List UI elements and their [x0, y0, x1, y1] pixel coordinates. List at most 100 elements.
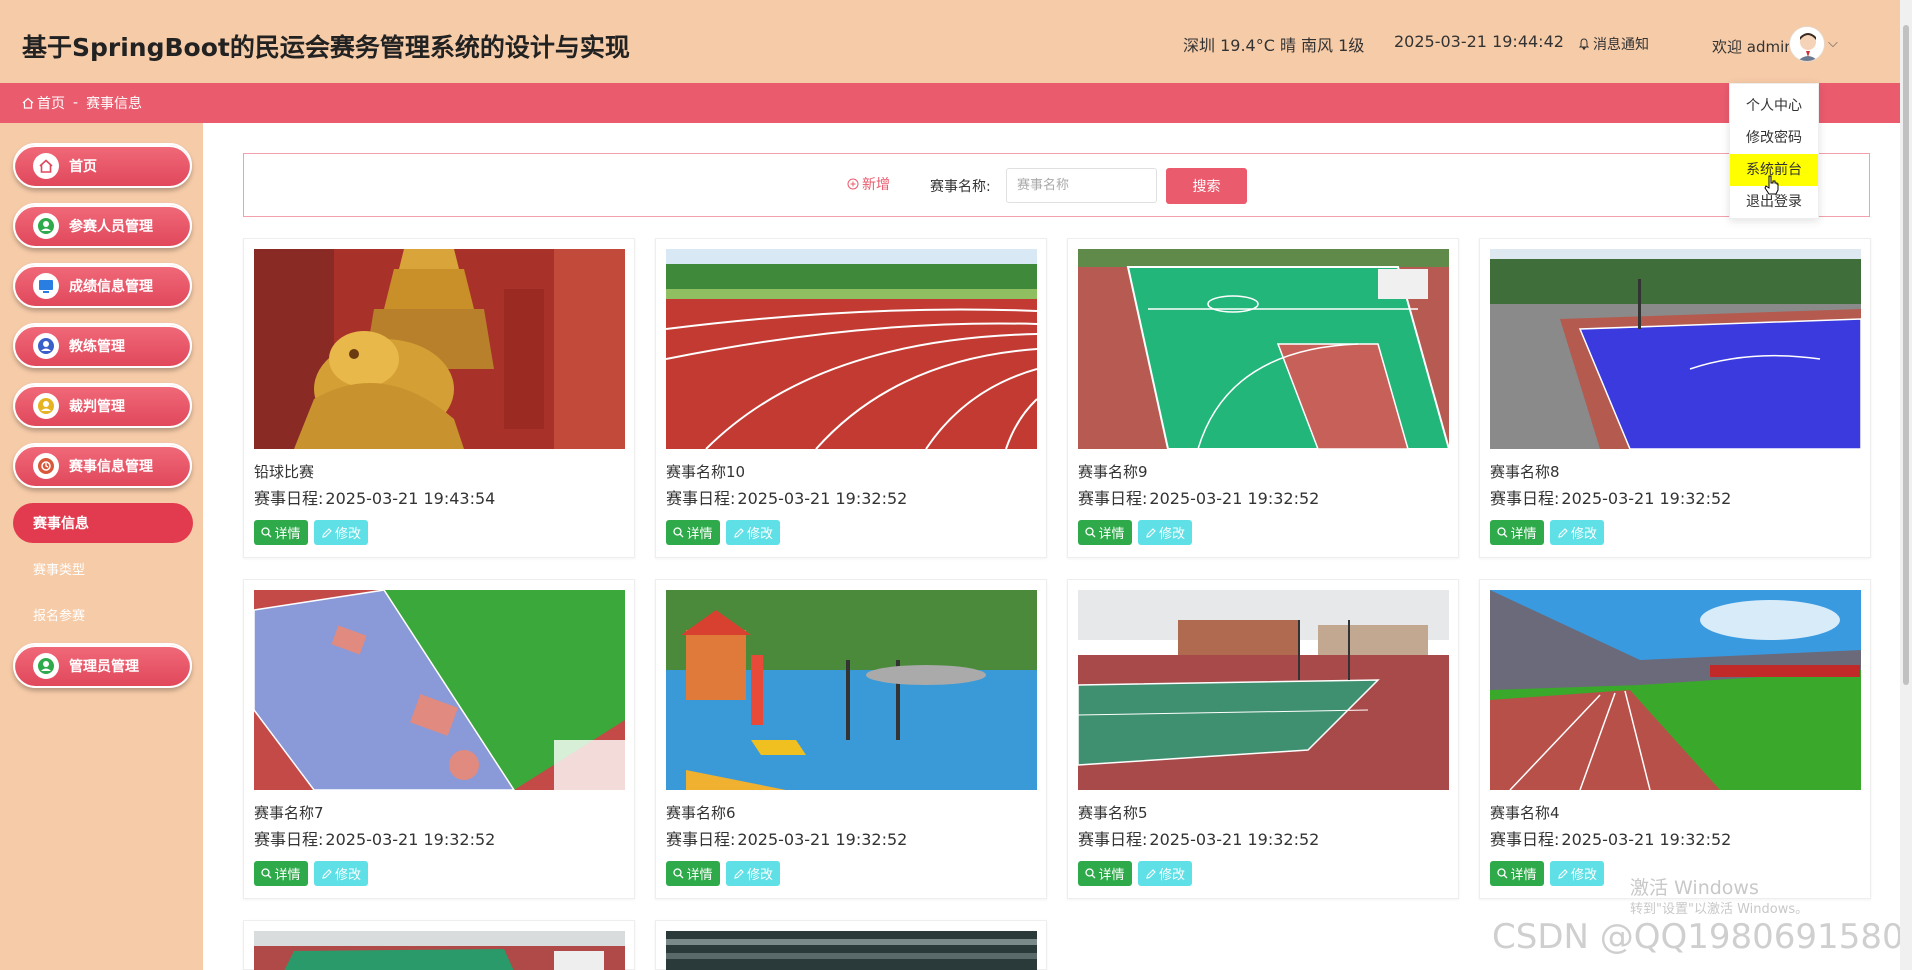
home-icon [22, 97, 34, 109]
sidebar-item-referees[interactable]: 裁判管理 [13, 383, 192, 428]
hand-cursor-icon [1764, 175, 1779, 195]
detail-button[interactable]: 详情 [1490, 861, 1544, 886]
search-icon [673, 868, 684, 879]
sidebar-subitem-event-info[interactable]: 赛事信息 [13, 503, 193, 543]
event-card: 赛事名称9 赛事日程: 2025-03-21 19:32:52 详情 修改 [1067, 238, 1459, 558]
sidebar-item-coaches[interactable]: 教练管理 [13, 323, 192, 368]
edit-label: 修改 [1158, 868, 1185, 883]
edit-label: 修改 [1570, 868, 1597, 883]
detail-button[interactable]: 详情 [1078, 520, 1132, 545]
admin-icon [33, 652, 59, 679]
event-date-value: 2025-03-21 19:43:54 [325, 489, 496, 508]
event-name: 赛事名称10 [666, 463, 746, 481]
avatar[interactable] [1789, 26, 1825, 62]
edit-button[interactable]: 修改 [314, 520, 368, 545]
sidebar-item-participants[interactable]: 参赛人员管理 [13, 203, 192, 248]
participant-icon [33, 212, 59, 239]
edit-button[interactable]: 修改 [1138, 520, 1192, 545]
scrollbar-thumb[interactable] [1903, 25, 1909, 685]
search-icon [1497, 527, 1508, 538]
sidebar-item-label: 成绩信息管理 [69, 278, 153, 295]
search-icon [261, 527, 272, 538]
edit-icon [1146, 868, 1156, 879]
edit-button[interactable]: 修改 [726, 861, 780, 886]
event-image[interactable] [666, 931, 1037, 970]
edit-button[interactable]: 修改 [726, 520, 780, 545]
event-image[interactable] [666, 590, 1037, 790]
event-image[interactable] [254, 931, 625, 970]
event-name: 赛事名称8 [1490, 463, 1560, 481]
edit-icon [1146, 527, 1156, 538]
event-date: 赛事日程: 2025-03-21 19:32:52 [1490, 826, 1731, 850]
breadcrumb: 首页 - 赛事信息 [0, 83, 1900, 123]
notification-label: 消息通知 [1593, 37, 1649, 53]
event-name: 铅球比赛 [254, 463, 315, 481]
event-date-label: 赛事日程: [1078, 830, 1148, 849]
event-card: 赛事名称7 赛事日程: 2025-03-21 19:32:52 详情 修改 [243, 579, 635, 899]
sidebar-item-label: 裁判管理 [69, 398, 125, 415]
event-image[interactable] [1490, 590, 1861, 790]
app-title: 基于SpringBoot的民运会赛务管理系统的设计与实现 [22, 33, 630, 62]
edit-button[interactable]: 修改 [314, 861, 368, 886]
event-date-value: 2025-03-21 19:32:52 [737, 489, 908, 508]
search-button[interactable]: 搜索 [1166, 168, 1247, 204]
breadcrumb-home[interactable]: 首页 [22, 93, 65, 113]
windows-activation-watermark: 激活 Windows [1630, 877, 1759, 899]
search-field-label: 赛事名称: [930, 179, 991, 195]
event-image[interactable] [1078, 590, 1449, 790]
dropdown-item-profile[interactable]: 个人中心 [1730, 90, 1818, 122]
event-card: 赛事名称5 赛事日程: 2025-03-21 19:32:52 详情 修改 [1067, 579, 1459, 899]
search-icon [673, 527, 684, 538]
event-date: 赛事日程: 2025-03-21 19:32:52 [1078, 485, 1319, 509]
user-avatar-icon [1790, 27, 1824, 61]
add-button[interactable]: 新增 [847, 174, 890, 194]
event-image[interactable] [1078, 249, 1449, 449]
dropdown-item-change-password[interactable]: 修改密码 [1730, 122, 1818, 154]
event-date-label: 赛事日程: [254, 489, 324, 508]
search-icon [1497, 868, 1508, 879]
search-input[interactable]: 赛事名称 [1006, 168, 1157, 203]
detail-button[interactable]: 详情 [666, 520, 720, 545]
detail-button[interactable]: 详情 [254, 520, 308, 545]
chevron-down-icon[interactable]: ⌵ [1828, 36, 1838, 51]
app-header: 基于SpringBoot的民运会赛务管理系统的设计与实现 深圳 19.4°C 晴… [0, 0, 1900, 83]
sidebar-item-label: 参赛人员管理 [69, 218, 153, 235]
sidebar-item-admins[interactable]: 管理员管理 [13, 643, 192, 688]
edit-button[interactable]: 修改 [1550, 520, 1604, 545]
add-label: 新增 [862, 177, 890, 193]
detail-button[interactable]: 详情 [254, 861, 308, 886]
event-card: 赛事名称8 赛事日程: 2025-03-21 19:32:52 详情 修改 [1479, 238, 1871, 558]
event-date-label: 赛事日程: [666, 830, 736, 849]
event-date-value: 2025-03-21 19:32:52 [1561, 489, 1732, 508]
event-image[interactable] [254, 249, 625, 449]
event-card: 赛事名称4 赛事日程: 2025-03-21 19:32:52 详情 修改 [1479, 579, 1871, 899]
edit-label: 修改 [334, 527, 361, 542]
edit-label: 修改 [1570, 527, 1597, 542]
sidebar [0, 123, 203, 970]
sidebar-item-scores[interactable]: 成绩信息管理 [13, 263, 192, 308]
event-date: 赛事日程: 2025-03-21 19:32:52 [1490, 485, 1731, 509]
edit-button[interactable]: 修改 [1138, 861, 1192, 886]
detail-button[interactable]: 详情 [666, 861, 720, 886]
event-image[interactable] [1490, 249, 1861, 449]
event-date: 赛事日程: 2025-03-21 19:32:52 [1078, 826, 1319, 850]
notification-link[interactable]: 消息通知 [1578, 34, 1649, 54]
detail-label: 详情 [274, 868, 301, 883]
sidebar-subitem-event-type[interactable]: 赛事类型 [33, 559, 85, 578]
sidebar-item-events[interactable]: 赛事信息管理 [13, 443, 192, 488]
detail-label: 详情 [274, 527, 301, 542]
current-datetime: 2025-03-21 19:44:42 [1394, 32, 1564, 51]
sidebar-item-home[interactable]: 首页 [13, 143, 192, 188]
sidebar-item-label: 管理员管理 [69, 658, 139, 675]
event-image[interactable] [666, 249, 1037, 449]
detail-button[interactable]: 详情 [1490, 520, 1544, 545]
event-name: 赛事名称5 [1078, 804, 1148, 822]
event-card: 赛事名称10 赛事日程: 2025-03-21 19:32:52 详情 修改 [655, 238, 1047, 558]
edit-icon [1558, 868, 1568, 879]
edit-button[interactable]: 修改 [1550, 861, 1604, 886]
sidebar-item-label: 首页 [69, 158, 97, 175]
detail-button[interactable]: 详情 [1078, 861, 1132, 886]
event-card [243, 920, 635, 970]
sidebar-subitem-registration[interactable]: 报名参赛 [33, 605, 85, 624]
event-image[interactable] [254, 590, 625, 790]
